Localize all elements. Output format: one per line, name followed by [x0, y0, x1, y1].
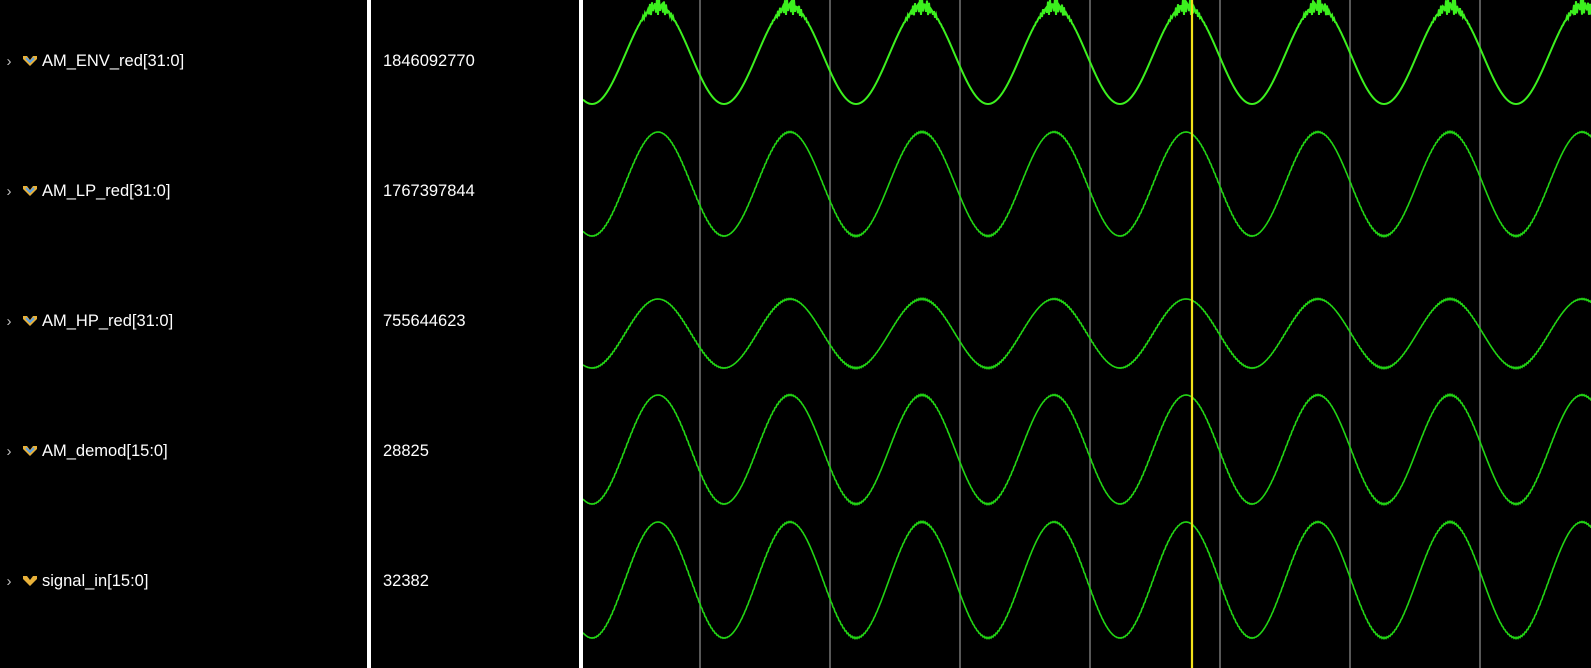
waveform-trace-4: [583, 392, 1591, 507]
signal-name-pane: › AM_ENV_red[31:0] › AM_LP_red[31:0] › A…: [0, 0, 366, 668]
signal-name-label: signal_in[15:0]: [42, 571, 149, 590]
chevron-right-icon[interactable]: ›: [2, 314, 16, 329]
signal-value: 755644623: [383, 311, 466, 330]
waveform-pane[interactable]: [583, 0, 1591, 668]
signal-value: 32382: [383, 571, 429, 590]
signal-row-am-demod[interactable]: › AM_demod[15:0]: [0, 438, 366, 464]
waveform-trace-2: [583, 129, 1591, 239]
signal-name-label: AM_demod[15:0]: [42, 441, 168, 460]
time-gridlines: [699, 0, 1481, 668]
signal-row-am-env-red[interactable]: › AM_ENV_red[31:0]: [0, 48, 366, 74]
chevron-right-icon[interactable]: ›: [2, 54, 16, 69]
waveform-canvas[interactable]: [583, 0, 1591, 668]
bus-vector-icon: [23, 186, 37, 196]
waveform-trace-5: [583, 519, 1591, 641]
signal-name-label: AM_LP_red[31:0]: [42, 181, 171, 200]
signal-name-label: AM_HP_red[31:0]: [42, 311, 174, 330]
signal-row-am-hp-red[interactable]: › AM_HP_red[31:0]: [0, 308, 366, 334]
signal-name-label: AM_ENV_red[31:0]: [42, 51, 185, 70]
waveform-viewer: › AM_ENV_red[31:0] › AM_LP_red[31:0] › A…: [0, 0, 1591, 668]
bus-vector-icon: [23, 576, 37, 586]
analog-waveforms: [583, 0, 1591, 641]
bus-vector-icon: [23, 446, 37, 456]
chevron-right-icon[interactable]: ›: [2, 184, 16, 199]
signal-row-signal-in[interactable]: › signal_in[15:0]: [0, 568, 366, 594]
bus-vector-icon: [23, 56, 37, 66]
chevron-right-icon[interactable]: ›: [2, 574, 16, 589]
chevron-right-icon[interactable]: ›: [2, 444, 16, 459]
waveform-trace-1: [583, 0, 1591, 106]
signal-value: 1846092770: [383, 51, 475, 70]
waveform-trace-3: [583, 296, 1591, 371]
bus-vector-icon: [23, 316, 37, 326]
signal-row-am-lp-red[interactable]: › AM_LP_red[31:0]: [0, 178, 366, 204]
signal-value: 28825: [383, 441, 429, 460]
signal-value: 1767397844: [383, 181, 475, 200]
signal-value-pane: 1846092770 1767397844 755644623 28825 32…: [371, 0, 578, 668]
